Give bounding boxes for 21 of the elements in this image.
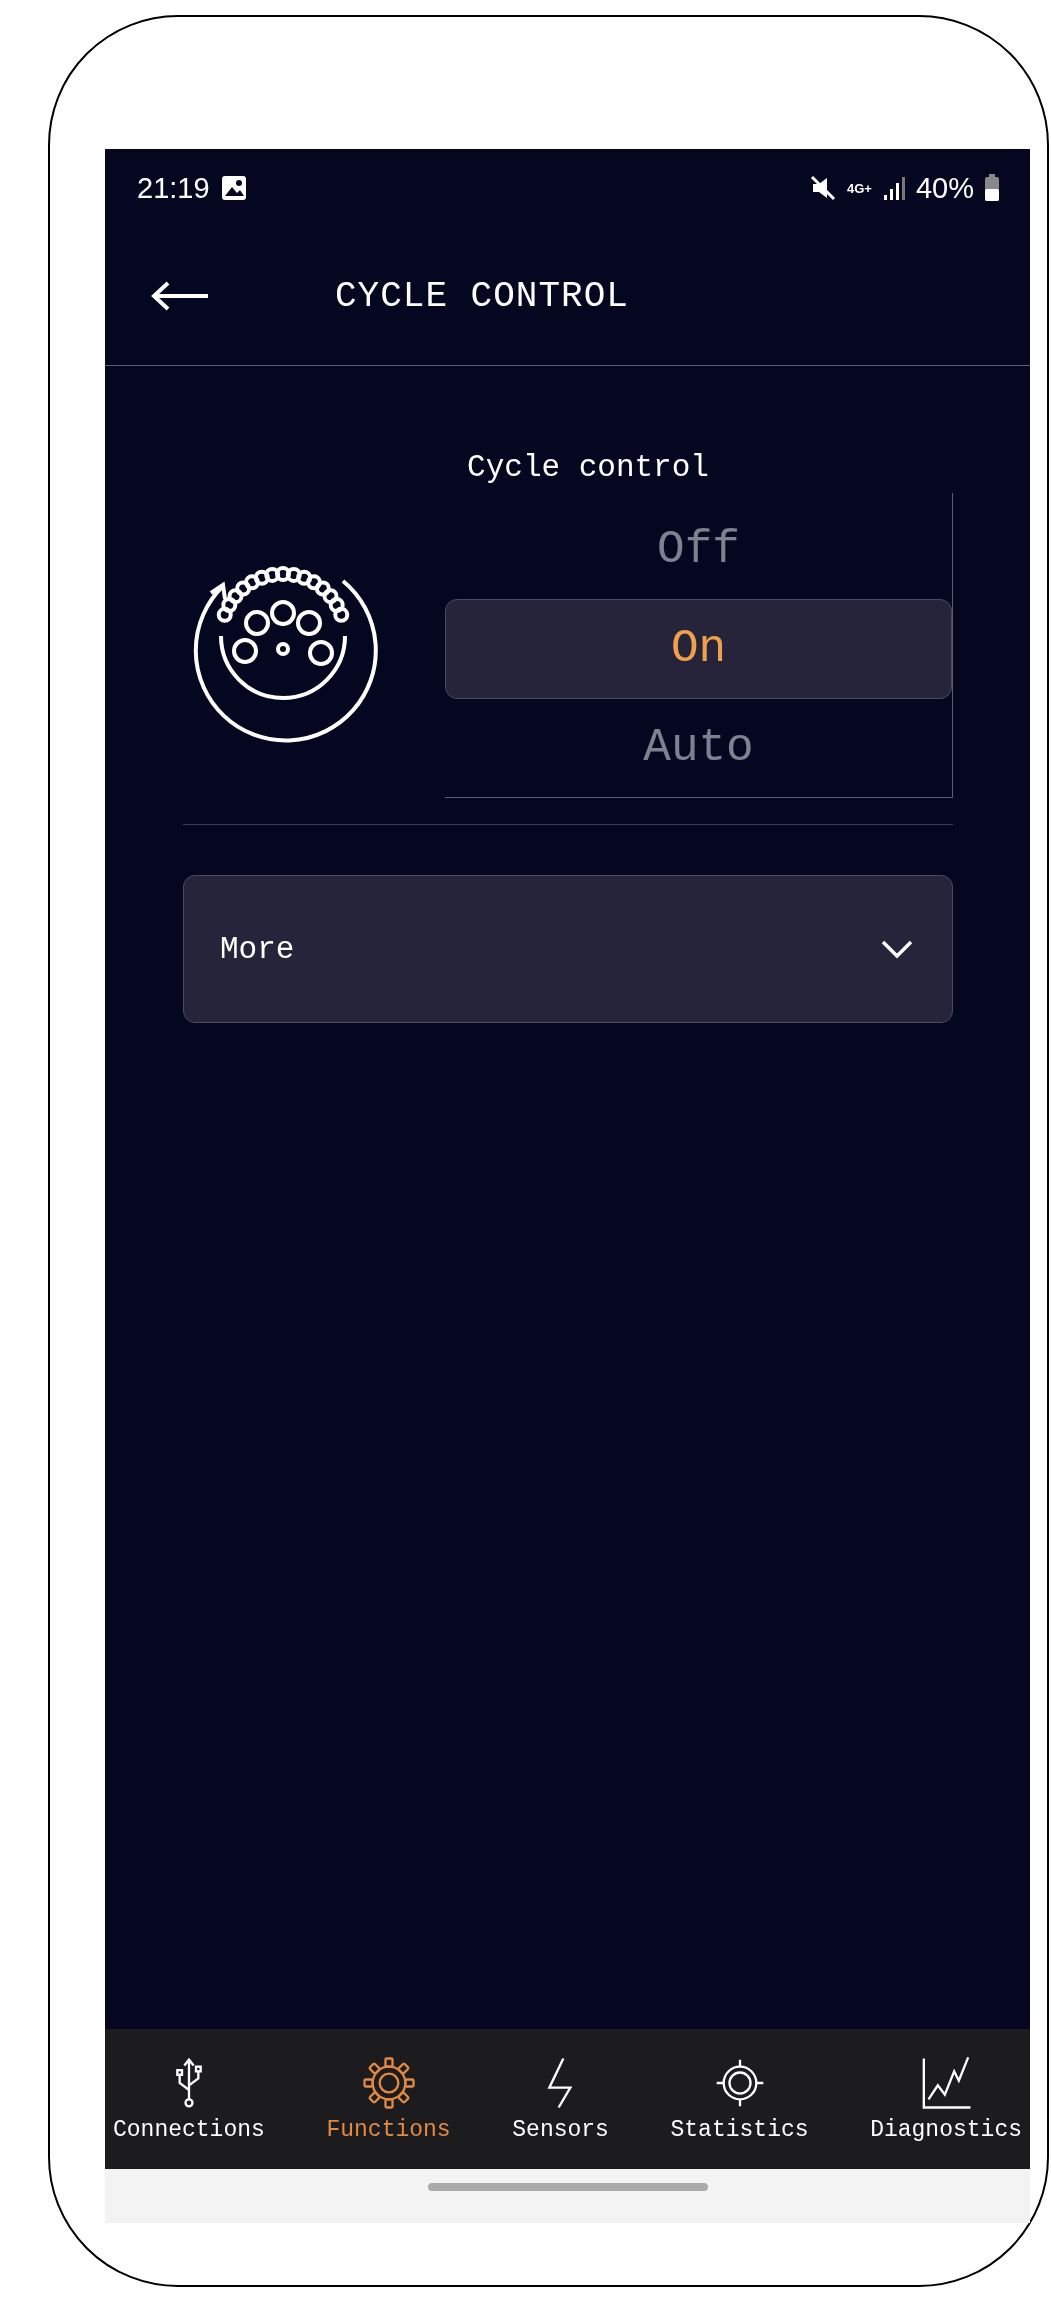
signal-icon — [881, 175, 906, 201]
more-dropdown[interactable]: More — [183, 875, 953, 1023]
status-time: 21:19 — [137, 171, 210, 205]
network-label: 4G+ — [847, 181, 872, 195]
mute-icon — [809, 174, 837, 202]
nav-tab[interactable]: Connections — [109, 2029, 269, 2169]
battery-percent: 40% — [915, 171, 974, 205]
picker-option[interactable]: Off — [445, 501, 952, 599]
picker-label: Cycle control — [466, 450, 710, 485]
battery-icon — [984, 174, 1000, 202]
mode-picker[interactable]: Off On Auto — [445, 493, 953, 798]
chevron-icon — [880, 939, 914, 959]
nav-tab[interactable]: Functions — [322, 2029, 455, 2169]
picker-option[interactable]: On — [445, 599, 952, 699]
gear-icon — [360, 2055, 417, 2111]
image-icon — [219, 174, 248, 202]
nav-tab[interactable]: Sensors — [508, 2029, 613, 2169]
nav-tab[interactable]: Diagnostics — [866, 2029, 1026, 2169]
picker-option[interactable]: Auto — [445, 699, 952, 797]
nav-tab[interactable]: Statistics — [666, 2029, 813, 2169]
screen-title: CYCLE CONTROL — [335, 275, 629, 317]
